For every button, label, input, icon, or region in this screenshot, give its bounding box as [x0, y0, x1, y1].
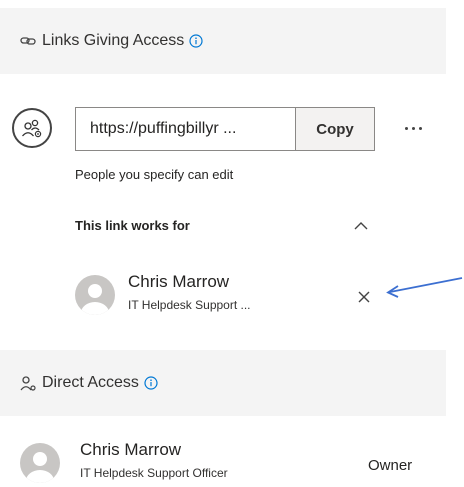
person-icon — [26, 452, 54, 483]
link-permission-text[interactable]: People you specify can edit — [75, 167, 233, 182]
chevron-up-icon[interactable] — [352, 218, 370, 232]
avatar — [75, 275, 115, 315]
copy-button[interactable]: Copy — [295, 107, 375, 151]
link-icon — [20, 35, 36, 47]
direct-access-header: Direct Access — [0, 350, 446, 416]
person-icon — [81, 284, 109, 315]
link-copy-group: https://puffingbillyr ... Copy — [75, 107, 375, 151]
person-icon — [20, 375, 36, 391]
direct-person-role: IT Helpdesk Support Officer — [80, 466, 228, 480]
info-icon[interactable] — [144, 376, 158, 390]
avatar — [20, 443, 60, 483]
links-section-title: Links Giving Access — [42, 32, 185, 49]
more-options-icon[interactable] — [398, 113, 428, 143]
annotation-arrow-icon — [380, 270, 464, 300]
link-works-for-label: This link works for — [75, 218, 190, 233]
link-person-name: Chris Marrow — [128, 272, 230, 291]
permission-owner-label[interactable]: Owner — [368, 457, 412, 474]
link-person-role: IT Helpdesk Support ... — [128, 298, 251, 312]
direct-person-name: Chris Marrow — [80, 440, 182, 459]
links-giving-access-header: Links Giving Access — [0, 8, 446, 74]
link-url-field[interactable]: https://puffingbillyr ... — [75, 107, 295, 151]
people-settings-icon[interactable] — [12, 108, 52, 148]
remove-person-close-icon[interactable] — [355, 288, 373, 306]
info-icon[interactable] — [189, 34, 203, 48]
direct-section-title: Direct Access — [42, 374, 139, 391]
